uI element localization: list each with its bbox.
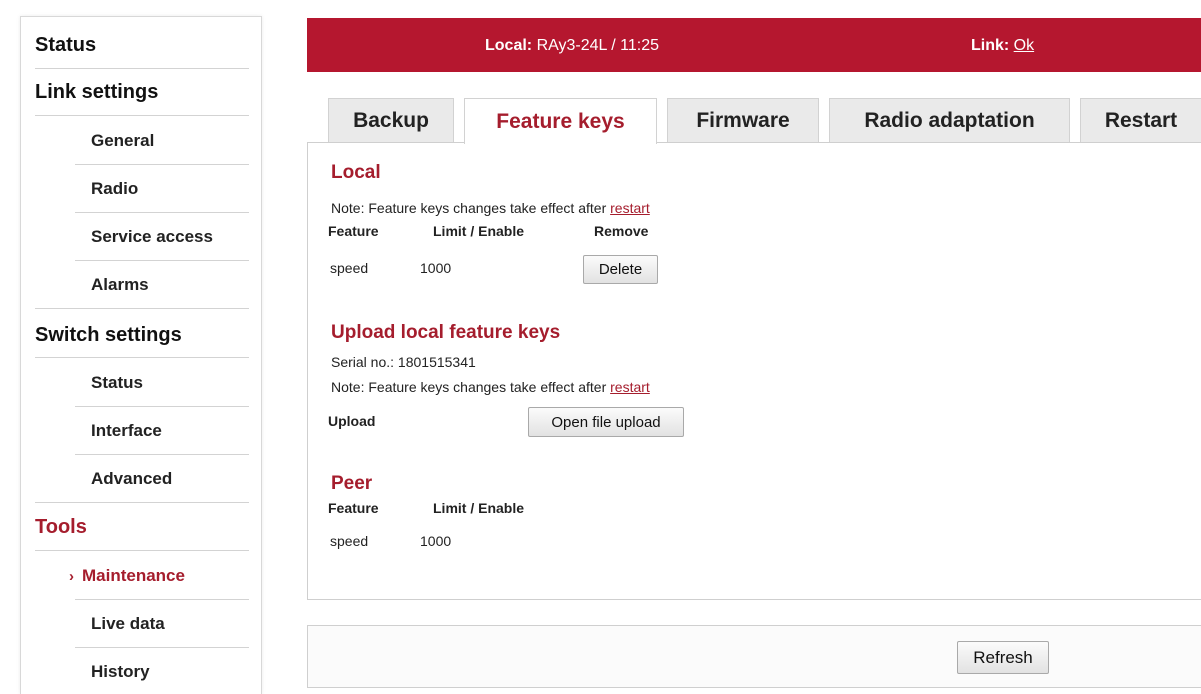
local-value: RAy3-24L / 11:25: [536, 37, 660, 54]
tab-radio-adaptation[interactable]: Radio adaptation: [829, 98, 1070, 143]
local-note: Note: Feature keys changes take effect a…: [331, 200, 650, 216]
sidebar-item-label: Maintenance: [82, 566, 185, 585]
tab-label: Backup: [353, 109, 429, 132]
tab-restart[interactable]: Restart: [1080, 98, 1201, 143]
link-status: Link: Ok: [971, 37, 1034, 55]
local-label: Local:: [485, 37, 533, 54]
col-feature: Feature: [328, 223, 379, 239]
upload-note: Note: Feature keys changes take effect a…: [331, 379, 650, 395]
tab-feature-keys[interactable]: Feature keys: [464, 98, 657, 144]
peer-row-limit: 1000: [420, 533, 452, 549]
upload-label: Upload: [328, 413, 376, 429]
sidebar-item-service-access[interactable]: Service access: [91, 213, 213, 261]
peer-col-feature: Feature: [328, 500, 379, 516]
chevron-right-icon: ›: [69, 567, 74, 585]
sidebar-item-advanced[interactable]: Advanced: [91, 455, 172, 503]
note-text: Note: Feature keys changes take effect a…: [331, 200, 611, 216]
tab-label: Radio adaptation: [864, 109, 1035, 132]
sidebar-item-label: Alarms: [91, 275, 149, 294]
sidebar-item-label: Radio: [91, 179, 139, 198]
col-remove: Remove: [594, 223, 649, 239]
link-status-link[interactable]: Ok: [1014, 37, 1034, 54]
local-section-title: Local: [331, 162, 381, 183]
status-header-bar: Local: RAy3-24L / 11:25 Link: Ok: [307, 18, 1201, 72]
sidebar-item-label: Status: [91, 373, 143, 392]
delete-button[interactable]: Delete: [583, 255, 658, 284]
tab-backup[interactable]: Backup: [328, 98, 454, 143]
sidebar-item-label: Service access: [91, 227, 213, 246]
sidebar-item-alarms[interactable]: Alarms: [91, 261, 149, 309]
sidebar-item-maintenance[interactable]: › Maintenance: [69, 552, 185, 600]
sidebar-item-history[interactable]: History: [91, 648, 150, 694]
local-status: Local: RAy3-24L / 11:25: [485, 37, 659, 55]
sidebar-item-switch-status[interactable]: Status: [91, 359, 143, 407]
sidebar-item-label: Switch settings: [35, 323, 182, 346]
sidebar-item-label: Live data: [91, 614, 165, 633]
divider: [35, 550, 249, 551]
divider: [35, 115, 249, 116]
sidebar-item-switch-settings[interactable]: Switch settings: [35, 311, 182, 359]
divider: [35, 308, 249, 309]
sidebar-item-interface[interactable]: Interface: [91, 407, 162, 455]
sidebar-item-label: Interface: [91, 421, 162, 440]
sidebar-item-tools[interactable]: Tools: [35, 503, 87, 551]
note-text: Note: Feature keys changes take effect a…: [331, 379, 611, 395]
peer-section-title: Peer: [331, 473, 373, 494]
local-row-feature: speed: [330, 260, 369, 276]
sidebar-item-status[interactable]: Status: [35, 21, 96, 69]
refresh-button[interactable]: Refresh: [957, 641, 1049, 674]
tab-label: Restart: [1104, 109, 1178, 132]
restart-link[interactable]: restart: [610, 379, 650, 395]
sidebar-item-label: History: [91, 662, 150, 681]
sidebar-item-label: Link settings: [35, 80, 159, 103]
tab-label: Firmware: [696, 109, 790, 132]
local-row-limit: 1000: [420, 260, 452, 276]
tab-label: Feature keys: [496, 109, 625, 133]
sidebar-item-general[interactable]: General: [91, 117, 154, 165]
sidebar-item-radio[interactable]: Radio: [91, 165, 138, 213]
peer-row-feature: speed: [330, 533, 369, 549]
sidebar-item-label: Status: [35, 33, 97, 56]
col-limit-enable: Limit / Enable: [433, 223, 525, 239]
upload-section-title: Upload local feature keys: [331, 322, 561, 343]
sidebar-item-link-settings[interactable]: Link settings: [35, 68, 158, 116]
tab-firmware[interactable]: Firmware: [667, 98, 819, 143]
restart-link[interactable]: restart: [610, 200, 650, 216]
sidebar-item-label: Advanced: [91, 469, 173, 488]
sidebar-item-label: General: [91, 131, 155, 150]
peer-col-limit-enable: Limit / Enable: [433, 500, 525, 516]
serial-number: Serial no.: 1801515341: [331, 354, 476, 370]
sidebar-item-live-data[interactable]: Live data: [91, 600, 165, 648]
sidebar-item-label: Tools: [35, 515, 87, 538]
footer-bar: [307, 625, 1201, 688]
open-file-upload-button[interactable]: Open file upload: [528, 407, 684, 437]
link-label: Link:: [971, 37, 1010, 54]
divider: [35, 357, 249, 358]
sidebar: Status Link settings General Radio Servi…: [20, 16, 262, 694]
